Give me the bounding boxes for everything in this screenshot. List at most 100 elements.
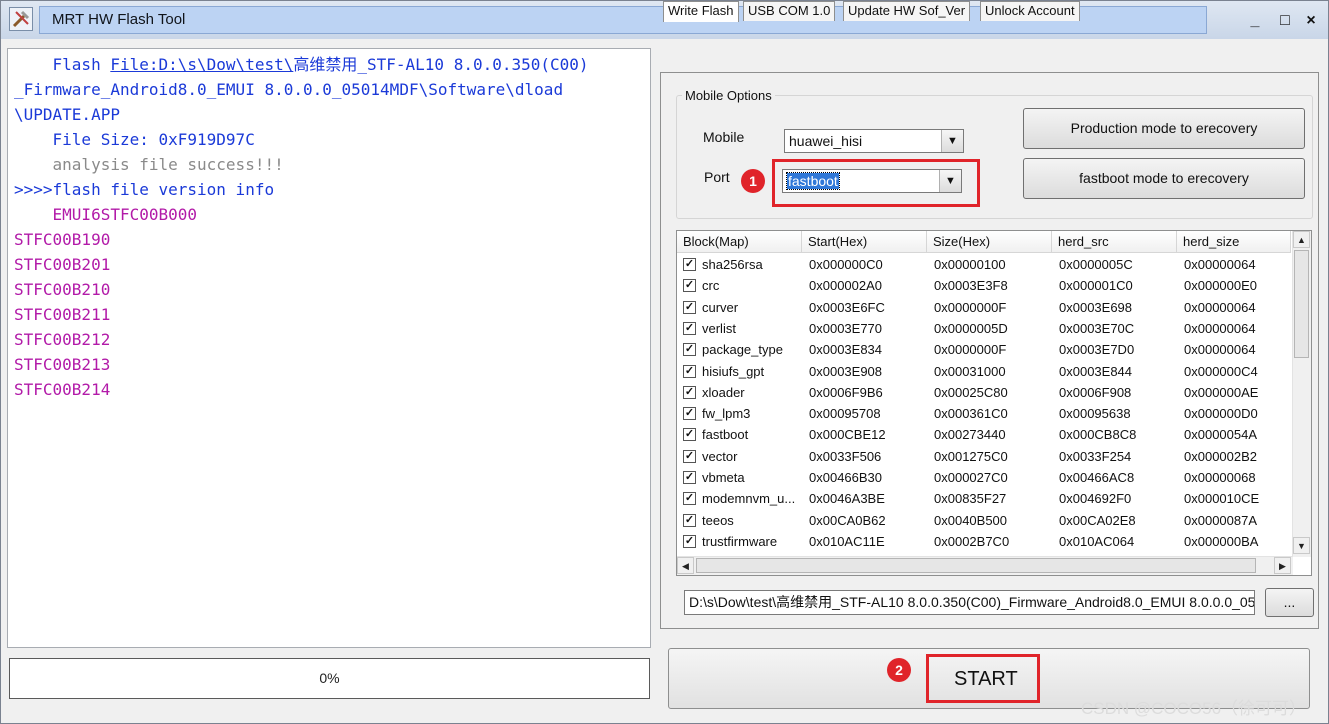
table-row[interactable]: ✓ curver 0x0003E6FC 0x0000000F 0x0003E698 0x0…	[677, 297, 1291, 318]
row-checkbox[interactable]: ✓	[683, 364, 696, 378]
scroll-left-icon[interactable]: ◀	[677, 557, 694, 574]
scroll-right-icon[interactable]: ▶	[1274, 557, 1291, 574]
fastboot-to-erecovery-button[interactable]: fastboot mode to erecovery	[1023, 158, 1305, 199]
table-cell-block: ✓ xloader	[677, 382, 802, 403]
table-cell: 0x0000000F	[934, 299, 1007, 315]
step-badge-2: 2	[887, 658, 911, 682]
column-header-herd-size[interactable]: herd_size	[1177, 231, 1291, 253]
row-checkbox[interactable]: ✓	[683, 492, 696, 506]
table-cell: 0x0000054A	[1184, 427, 1258, 443]
close-button[interactable]: ×	[1298, 10, 1324, 32]
table-row[interactable]: ✓ vbmeta 0x00466B30 0x000027C0 0x00466AC8 0x0…	[677, 467, 1291, 488]
log-line-analysis: analysis file success!!!	[14, 155, 284, 174]
port-select[interactable]: fastboot ▼	[782, 169, 962, 193]
table-row[interactable]: ✓ hisiufs_gpt 0x0003E908 0x00031000 0x0003E8…	[677, 361, 1291, 382]
table-cell: 0x0033F254	[1059, 448, 1132, 464]
table-row[interactable]: ✓ vector 0x0033F506 0x001275C0 0x0033F254 0x0…	[677, 446, 1291, 467]
log-line-version: STFC00B214	[14, 380, 111, 399]
table-cell: 0x0003E908	[809, 363, 883, 379]
row-checkbox[interactable]: ✓	[683, 534, 696, 548]
start-button-label: START	[954, 668, 1018, 690]
horizontal-scroll-thumb[interactable]	[696, 558, 1256, 573]
vertical-scroll-thumb[interactable]	[1294, 250, 1309, 358]
horizontal-scrollbar[interactable]: ◀ ▶	[677, 556, 1293, 575]
table-row[interactable]: ✓ fastboot 0x000CBE12 0x00273440 0x000CB8C8 0…	[677, 424, 1291, 445]
mobile-select[interactable]: huawei_hisi ▼	[784, 129, 964, 153]
chevron-down-icon[interactable]: ▼	[939, 170, 961, 192]
production-to-erecovery-button[interactable]: Production mode to erecovery	[1023, 108, 1305, 149]
table-cell: 0x0040B500	[934, 512, 1008, 528]
column-header-start[interactable]: Start(Hex)	[802, 231, 927, 253]
table-row[interactable]: ✓ trustfirmware 0x010AC11E 0x0002B7C0 0x010A…	[677, 531, 1291, 552]
table-cell: 0x00CA0B62	[809, 512, 886, 528]
table-cell-block: ✓ vbmeta	[677, 467, 802, 488]
tab-write-flash[interactable]: Write Flash	[663, 1, 739, 22]
port-label: Port	[704, 169, 730, 185]
row-checkbox[interactable]: ✓	[683, 343, 696, 357]
table-cell: 0x00000068	[1184, 470, 1256, 485]
cell-block-name: teeos	[702, 512, 734, 528]
table-row[interactable]: ✓ crc 0x000002A0 0x0003E3F8 0x000001C0 0x0000…	[677, 275, 1291, 296]
row-checkbox[interactable]: ✓	[683, 407, 696, 421]
table-cell-block: ✓ trustfirmware	[677, 531, 802, 552]
table-cell: 0x0003E7D0	[1059, 342, 1135, 358]
row-checkbox[interactable]: ✓	[683, 385, 696, 399]
minimize-button[interactable]: _	[1242, 10, 1268, 32]
vertical-scrollbar[interactable]: ▲ ▼	[1292, 231, 1311, 557]
table-cell: 0x000027C0	[934, 470, 1008, 485]
table-cell: 0x000010CE	[1184, 491, 1260, 507]
log-flash-suffix: 高维禁用_STF-AL10 8.0.0.350(C00)	[293, 55, 589, 74]
table-cell: 0x00000100	[934, 257, 1006, 272]
log-line-path2: _Firmware_Android8.0_EMUI 8.0.0.0_05014M…	[14, 80, 564, 99]
table-cell: 0x00835F27	[934, 491, 1007, 507]
table-cell: 0x000002B2	[1184, 448, 1258, 464]
row-checkbox[interactable]: ✓	[683, 449, 696, 463]
row-checkbox[interactable]: ✓	[683, 300, 696, 314]
table-cell: 0x000000C4	[1184, 363, 1258, 379]
table-row[interactable]: ✓ xloader 0x0006F9B6 0x00025C80 0x0006F908 0x…	[677, 382, 1291, 403]
tab-update-hw-sof-ver[interactable]: Update HW Sof_Ver	[843, 1, 971, 21]
browse-button[interactable]: ...	[1265, 588, 1314, 617]
table-row[interactable]: ✓ fw_lpm3 0x00095708 0x000361C0 0x00095638 0x…	[677, 403, 1291, 424]
table-row[interactable]: ✓ package_type 0x0003E834 0x0000000F 0x0003E…	[677, 339, 1291, 360]
partition-table[interactable]: Block(Map) Start(Hex) Size(Hex) herd_src…	[676, 230, 1312, 576]
mobile-select-value: huawei_hisi	[789, 133, 863, 149]
cell-block-name: vector	[702, 448, 738, 464]
tab-unlock-account[interactable]: Unlock Account	[980, 1, 1080, 21]
table-row[interactable]: ✓ teeos 0x00CA0B62 0x0040B500 0x00CA02E8 0x00…	[677, 510, 1291, 531]
row-checkbox[interactable]: ✓	[683, 258, 696, 271]
table-cell: 0x00466B30	[809, 470, 883, 485]
row-checkbox[interactable]: ✓	[683, 471, 696, 484]
cell-block-name: sha256rsa	[702, 257, 763, 272]
table-cell: 0x0003E698	[1059, 299, 1133, 315]
column-header-block[interactable]: Block(Map)	[677, 231, 802, 253]
row-checkbox[interactable]: ✓	[683, 513, 696, 527]
scroll-down-icon[interactable]: ▼	[1293, 537, 1310, 554]
log-output[interactable]: Flash File:D:\s\Dow\test\高维禁用_STF-AL10 8…	[7, 48, 651, 648]
table-row[interactable]: ✓ sha256rsa 0x000000C0 0x00000100 0x0000005C…	[677, 254, 1291, 275]
cell-block-name: package_type	[702, 342, 783, 358]
table-cell: 0x00000064	[1184, 342, 1256, 358]
row-checkbox[interactable]: ✓	[683, 428, 696, 442]
scroll-up-icon[interactable]: ▲	[1293, 231, 1310, 248]
table-cell: 0x0000005D	[934, 320, 1008, 336]
tools-icon	[9, 7, 33, 31]
cell-block-name: curver	[702, 299, 739, 315]
table-cell: 0x00000064	[1184, 299, 1256, 315]
column-header-herd-src[interactable]: herd_src	[1052, 231, 1177, 253]
log-file-link[interactable]: File:D:\s\Dow\test\	[110, 55, 293, 74]
table-row[interactable]: ✓ verlist 0x0003E770 0x0000005D 0x0003E70C 0x…	[677, 318, 1291, 339]
row-checkbox[interactable]: ✓	[683, 279, 696, 293]
row-checkbox[interactable]: ✓	[683, 321, 696, 335]
firmware-path-field[interactable]: D:\s\Dow\test\高维禁用_STF-AL10 8.0.0.350(C0…	[684, 590, 1255, 615]
progress-bar: 0%	[9, 658, 650, 699]
column-header-size[interactable]: Size(Hex)	[927, 231, 1052, 253]
log-line-flash: Flash File:D:\s\Dow\test\高维禁用_STF-AL10 8…	[14, 52, 650, 77]
chevron-down-icon[interactable]: ▼	[941, 130, 963, 152]
table-row[interactable]: ✓ modemnvm_u... 0x0046A3BE 0x00835F27 0x0046…	[677, 488, 1291, 509]
table-cell: 0x000002A0	[809, 278, 883, 294]
table-cell: 0x0003E3F8	[934, 278, 1008, 294]
log-line-path3: \UPDATE.APP	[14, 105, 120, 124]
tab-usb-com[interactable]: USB COM 1.0	[743, 1, 836, 21]
maximize-button[interactable]: □	[1272, 10, 1298, 32]
